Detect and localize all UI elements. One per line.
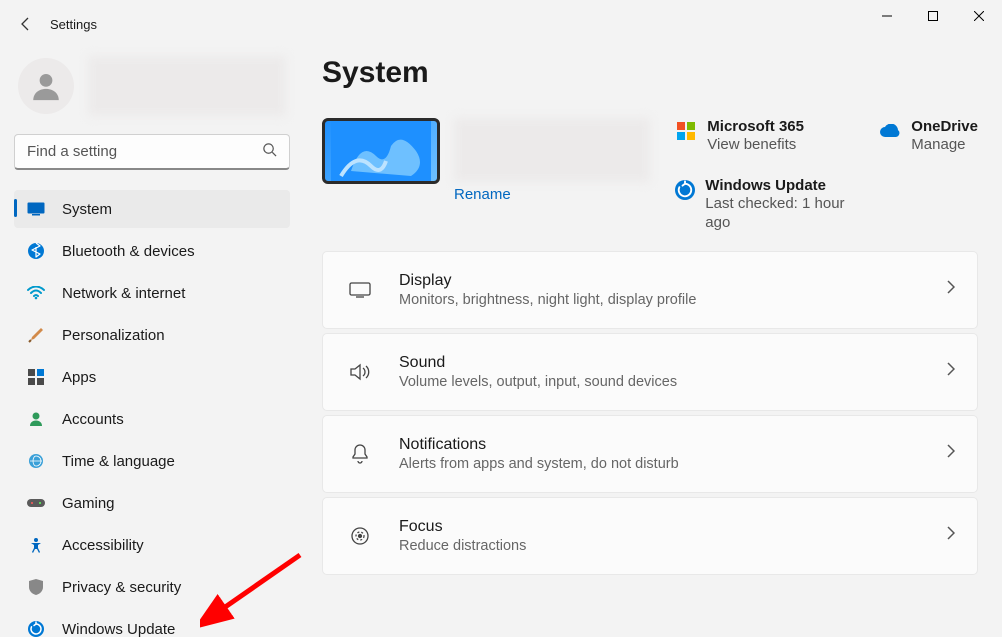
sidebar-item-accounts[interactable]: Accounts bbox=[14, 400, 290, 438]
promo-title: Microsoft 365 bbox=[707, 118, 804, 135]
update-icon bbox=[675, 179, 695, 201]
card-sub: Reduce distractions bbox=[399, 538, 526, 554]
card-title: Display bbox=[399, 272, 696, 290]
promo-sub: View benefits bbox=[707, 135, 804, 155]
sidebar-item-label: Accessibility bbox=[62, 537, 144, 554]
card-sub: Alerts from apps and system, do not dist… bbox=[399, 456, 679, 472]
sidebar-item-label: Apps bbox=[62, 369, 96, 386]
card-sub: Monitors, brightness, night light, displ… bbox=[399, 292, 696, 308]
card-sub: Volume levels, output, input, sound devi… bbox=[399, 374, 677, 390]
microsoft365-icon bbox=[675, 120, 697, 142]
sidebar-item-label: System bbox=[62, 201, 112, 218]
sidebar-item-bluetooth[interactable]: Bluetooth & devices bbox=[14, 232, 290, 270]
sidebar-item-label: Windows Update bbox=[62, 621, 175, 637]
sidebar-item-system[interactable]: System bbox=[14, 190, 290, 228]
search-input[interactable] bbox=[27, 143, 262, 160]
sidebar-item-privacy[interactable]: Privacy & security bbox=[14, 568, 290, 606]
sidebar: System Bluetooth & devices Network & int… bbox=[0, 48, 300, 637]
card-display[interactable]: Display Monitors, brightness, night ligh… bbox=[322, 251, 978, 329]
search-box[interactable] bbox=[14, 134, 290, 170]
update-icon bbox=[26, 619, 46, 637]
sidebar-item-label: Bluetooth & devices bbox=[62, 243, 195, 260]
sidebar-item-label: Privacy & security bbox=[62, 579, 181, 596]
sidebar-item-label: Time & language bbox=[62, 453, 175, 470]
globe-clock-icon bbox=[26, 451, 46, 471]
promo-sub: Last checked: 1 hour ago bbox=[705, 194, 845, 233]
wifi-icon bbox=[26, 283, 46, 303]
card-notifications[interactable]: Notifications Alerts from apps and syste… bbox=[322, 415, 978, 493]
card-focus[interactable]: Focus Reduce distractions bbox=[322, 497, 978, 575]
sidebar-item-label: Gaming bbox=[62, 495, 115, 512]
sidebar-item-accessibility[interactable]: Accessibility bbox=[14, 526, 290, 564]
search-icon bbox=[262, 142, 277, 162]
sidebar-item-label: Network & internet bbox=[62, 285, 185, 302]
sidebar-item-gaming[interactable]: Gaming bbox=[14, 484, 290, 522]
profile-name-redacted bbox=[88, 56, 286, 116]
sidebar-item-network[interactable]: Network & internet bbox=[14, 274, 290, 312]
card-title: Sound bbox=[399, 354, 677, 372]
accessibility-icon bbox=[26, 535, 46, 555]
card-title: Focus bbox=[399, 518, 526, 536]
gamepad-icon bbox=[26, 493, 46, 513]
device-name-redacted bbox=[454, 118, 650, 182]
page-title: System bbox=[322, 56, 978, 90]
person-icon bbox=[26, 409, 46, 429]
chevron-right-icon bbox=[947, 280, 955, 299]
sidebar-item-label: Accounts bbox=[62, 411, 124, 428]
sidebar-item-label: Personalization bbox=[62, 327, 165, 344]
promo-windows-update[interactable]: Windows Update Last checked: 1 hour ago bbox=[675, 177, 845, 233]
sound-icon bbox=[345, 363, 375, 381]
main-content: System Rename Microsoft 365 View benefit… bbox=[300, 48, 1002, 637]
rename-link[interactable]: Rename bbox=[454, 186, 650, 203]
back-button[interactable] bbox=[16, 14, 36, 34]
display-icon bbox=[345, 282, 375, 298]
paintbrush-icon bbox=[26, 325, 46, 345]
bluetooth-icon bbox=[26, 241, 46, 261]
promo-title: OneDrive bbox=[911, 118, 978, 135]
promo-sub: Manage bbox=[911, 135, 978, 155]
sidebar-item-time[interactable]: Time & language bbox=[14, 442, 290, 480]
sidebar-item-personalization[interactable]: Personalization bbox=[14, 316, 290, 354]
device-thumbnail[interactable] bbox=[322, 118, 440, 184]
card-title: Notifications bbox=[399, 436, 679, 454]
bell-icon bbox=[345, 444, 375, 464]
maximize-button[interactable] bbox=[910, 0, 956, 32]
avatar bbox=[18, 58, 74, 114]
promo-microsoft365[interactable]: Microsoft 365 View benefits bbox=[675, 118, 845, 155]
onedrive-icon bbox=[879, 120, 901, 142]
sidebar-item-apps[interactable]: Apps bbox=[14, 358, 290, 396]
promo-onedrive[interactable]: OneDrive Manage bbox=[879, 118, 978, 155]
titlebar: Settings bbox=[0, 0, 1002, 48]
chevron-right-icon bbox=[947, 444, 955, 463]
close-button[interactable] bbox=[956, 0, 1002, 32]
focus-icon bbox=[345, 526, 375, 546]
chevron-right-icon bbox=[947, 526, 955, 545]
profile-block[interactable] bbox=[14, 48, 290, 134]
window-title: Settings bbox=[50, 17, 97, 32]
shield-icon bbox=[26, 577, 46, 597]
device-info-bar: Rename Microsoft 365 View benefits OneDr… bbox=[322, 118, 978, 233]
monitor-icon bbox=[26, 199, 46, 219]
promo-title: Windows Update bbox=[705, 177, 845, 194]
sidebar-item-windows-update[interactable]: Windows Update bbox=[14, 610, 290, 637]
card-sound[interactable]: Sound Volume levels, output, input, soun… bbox=[322, 333, 978, 411]
minimize-button[interactable] bbox=[864, 0, 910, 32]
apps-icon bbox=[26, 367, 46, 387]
chevron-right-icon bbox=[947, 362, 955, 381]
